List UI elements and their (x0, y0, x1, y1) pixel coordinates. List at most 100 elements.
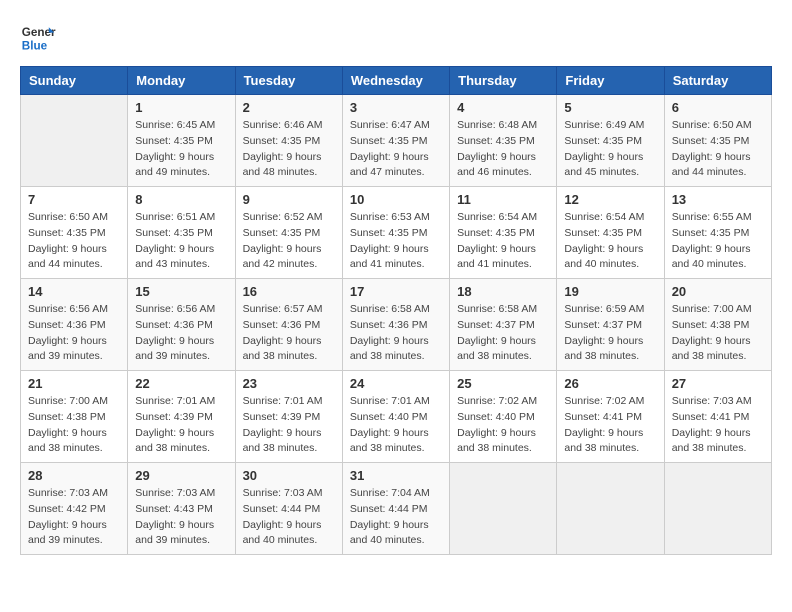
day-info: Sunrise: 6:56 AM Sunset: 4:36 PM Dayligh… (135, 302, 227, 365)
calendar-cell (557, 463, 664, 555)
weekday-header-thursday: Thursday (450, 67, 557, 95)
calendar-cell: 18 Sunrise: 6:58 AM Sunset: 4:37 PM Dayli… (450, 279, 557, 371)
calendar-cell: 21Sunrise: 7:00 AM Sunset: 4:38 PM Dayli… (21, 371, 128, 463)
day-number: 6 (672, 100, 764, 115)
day-number: 18 (457, 284, 549, 299)
day-info: Sunrise: 6:46 AM Sunset: 4:35 PM Dayligh… (243, 118, 335, 181)
day-number: 20 (672, 284, 764, 299)
calendar-cell: 12 Sunrise: 6:54 AM Sunset: 4:35 PM Dayli… (557, 187, 664, 279)
day-number: 30 (243, 468, 335, 483)
day-info: Sunrise: 6:54 AM Sunset: 4:35 PM Dayligh… (457, 210, 549, 273)
calendar-cell: 10 Sunrise: 6:53 AM Sunset: 4:35 PM Dayli… (342, 187, 449, 279)
calendar-cell: 14 Sunrise: 6:56 AM Sunset: 4:36 PM Dayli… (21, 279, 128, 371)
day-number: 26 (564, 376, 656, 391)
day-number: 3 (350, 100, 442, 115)
day-number: 11 (457, 192, 549, 207)
calendar-cell: 24Sunrise: 7:01 AM Sunset: 4:40 PM Dayli… (342, 371, 449, 463)
calendar-cell: 20Sunrise: 7:00 AM Sunset: 4:38 PM Dayli… (664, 279, 771, 371)
day-number: 19 (564, 284, 656, 299)
day-info: Sunrise: 6:54 AM Sunset: 4:35 PM Dayligh… (564, 210, 656, 273)
day-info: Sunrise: 6:57 AM Sunset: 4:36 PM Dayligh… (243, 302, 335, 365)
calendar-cell: 29 Sunrise: 7:03 AM Sunset: 4:43 PM Dayli… (128, 463, 235, 555)
calendar-week-2: 7Sunrise: 6:50 AM Sunset: 4:35 PM Daylig… (21, 187, 772, 279)
day-number: 12 (564, 192, 656, 207)
weekday-header-monday: Monday (128, 67, 235, 95)
day-number: 2 (243, 100, 335, 115)
calendar-cell: 11 Sunrise: 6:54 AM Sunset: 4:35 PM Dayli… (450, 187, 557, 279)
weekday-header-friday: Friday (557, 67, 664, 95)
day-number: 8 (135, 192, 227, 207)
calendar-cell: 5 Sunrise: 6:49 AM Sunset: 4:35 PM Daylig… (557, 95, 664, 187)
page-header: General Blue (20, 20, 772, 56)
day-number: 10 (350, 192, 442, 207)
day-number: 5 (564, 100, 656, 115)
day-number: 4 (457, 100, 549, 115)
calendar-cell (450, 463, 557, 555)
day-info: Sunrise: 6:55 AM Sunset: 4:35 PM Dayligh… (672, 210, 764, 273)
calendar-cell: 6 Sunrise: 6:50 AM Sunset: 4:35 PM Daylig… (664, 95, 771, 187)
day-info: Sunrise: 6:49 AM Sunset: 4:35 PM Dayligh… (564, 118, 656, 181)
calendar-cell (664, 463, 771, 555)
day-info: Sunrise: 7:03 AM Sunset: 4:44 PM Dayligh… (243, 486, 335, 549)
day-info: Sunrise: 7:01 AM Sunset: 4:40 PM Dayligh… (350, 394, 442, 457)
day-number: 29 (135, 468, 227, 483)
day-number: 16 (243, 284, 335, 299)
day-number: 14 (28, 284, 120, 299)
day-info: Sunrise: 7:04 AM Sunset: 4:44 PM Dayligh… (350, 486, 442, 549)
calendar-cell: 1Sunrise: 6:45 AM Sunset: 4:35 PM Daylig… (128, 95, 235, 187)
day-number: 7 (28, 192, 120, 207)
day-info: Sunrise: 6:47 AM Sunset: 4:35 PM Dayligh… (350, 118, 442, 181)
day-number: 23 (243, 376, 335, 391)
calendar-cell: 17 Sunrise: 6:58 AM Sunset: 4:36 PM Dayli… (342, 279, 449, 371)
calendar-cell: 25Sunrise: 7:02 AM Sunset: 4:40 PM Dayli… (450, 371, 557, 463)
calendar-week-3: 14 Sunrise: 6:56 AM Sunset: 4:36 PM Dayli… (21, 279, 772, 371)
calendar-cell: 7Sunrise: 6:50 AM Sunset: 4:35 PM Daylig… (21, 187, 128, 279)
day-info: Sunrise: 6:50 AM Sunset: 4:35 PM Dayligh… (672, 118, 764, 181)
day-info: Sunrise: 7:02 AM Sunset: 4:40 PM Dayligh… (457, 394, 549, 457)
calendar-cell: 3 Sunrise: 6:47 AM Sunset: 4:35 PM Daylig… (342, 95, 449, 187)
day-number: 13 (672, 192, 764, 207)
day-info: Sunrise: 7:03 AM Sunset: 4:43 PM Dayligh… (135, 486, 227, 549)
calendar-week-4: 21Sunrise: 7:00 AM Sunset: 4:38 PM Dayli… (21, 371, 772, 463)
calendar-cell: 28 Sunrise: 7:03 AM Sunset: 4:42 PM Dayli… (21, 463, 128, 555)
calendar-cell: 23 Sunrise: 7:01 AM Sunset: 4:39 PM Dayli… (235, 371, 342, 463)
calendar-week-5: 28 Sunrise: 7:03 AM Sunset: 4:42 PM Dayli… (21, 463, 772, 555)
calendar-cell (21, 95, 128, 187)
day-number: 27 (672, 376, 764, 391)
calendar-cell: 2 Sunrise: 6:46 AM Sunset: 4:35 PM Daylig… (235, 95, 342, 187)
weekday-header-sunday: Sunday (21, 67, 128, 95)
day-info: Sunrise: 6:59 AM Sunset: 4:37 PM Dayligh… (564, 302, 656, 365)
calendar-cell: 30 Sunrise: 7:03 AM Sunset: 4:44 PM Dayli… (235, 463, 342, 555)
calendar-cell: 27 Sunrise: 7:03 AM Sunset: 4:41 PM Dayli… (664, 371, 771, 463)
day-info: Sunrise: 6:52 AM Sunset: 4:35 PM Dayligh… (243, 210, 335, 273)
calendar-cell: 4Sunrise: 6:48 AM Sunset: 4:35 PM Daylig… (450, 95, 557, 187)
day-number: 9 (243, 192, 335, 207)
day-number: 22 (135, 376, 227, 391)
weekday-header-saturday: Saturday (664, 67, 771, 95)
day-info: Sunrise: 7:02 AM Sunset: 4:41 PM Dayligh… (564, 394, 656, 457)
calendar-cell: 9 Sunrise: 6:52 AM Sunset: 4:35 PM Daylig… (235, 187, 342, 279)
day-info: Sunrise: 7:01 AM Sunset: 4:39 PM Dayligh… (243, 394, 335, 457)
day-info: Sunrise: 6:58 AM Sunset: 4:37 PM Dayligh… (457, 302, 549, 365)
day-info: Sunrise: 7:03 AM Sunset: 4:42 PM Dayligh… (28, 486, 120, 549)
day-number: 28 (28, 468, 120, 483)
day-info: Sunrise: 6:58 AM Sunset: 4:36 PM Dayligh… (350, 302, 442, 365)
day-info: Sunrise: 6:56 AM Sunset: 4:36 PM Dayligh… (28, 302, 120, 365)
calendar-cell: 22Sunrise: 7:01 AM Sunset: 4:39 PM Dayli… (128, 371, 235, 463)
day-info: Sunrise: 6:53 AM Sunset: 4:35 PM Dayligh… (350, 210, 442, 273)
svg-text:Blue: Blue (22, 40, 48, 53)
day-number: 15 (135, 284, 227, 299)
calendar-cell: 8 Sunrise: 6:51 AM Sunset: 4:35 PM Daylig… (128, 187, 235, 279)
day-info: Sunrise: 6:51 AM Sunset: 4:35 PM Dayligh… (135, 210, 227, 273)
calendar-cell: 15 Sunrise: 6:56 AM Sunset: 4:36 PM Dayli… (128, 279, 235, 371)
day-number: 31 (350, 468, 442, 483)
calendar-week-1: 1Sunrise: 6:45 AM Sunset: 4:35 PM Daylig… (21, 95, 772, 187)
calendar-cell: 16 Sunrise: 6:57 AM Sunset: 4:36 PM Dayli… (235, 279, 342, 371)
weekday-header-tuesday: Tuesday (235, 67, 342, 95)
logo-icon: General Blue (20, 20, 56, 56)
day-number: 17 (350, 284, 442, 299)
calendar-table: SundayMondayTuesdayWednesdayThursdayFrid… (20, 66, 772, 555)
day-info: Sunrise: 6:45 AM Sunset: 4:35 PM Dayligh… (135, 118, 227, 181)
day-info: Sunrise: 7:00 AM Sunset: 4:38 PM Dayligh… (28, 394, 120, 457)
day-info: Sunrise: 7:03 AM Sunset: 4:41 PM Dayligh… (672, 394, 764, 457)
